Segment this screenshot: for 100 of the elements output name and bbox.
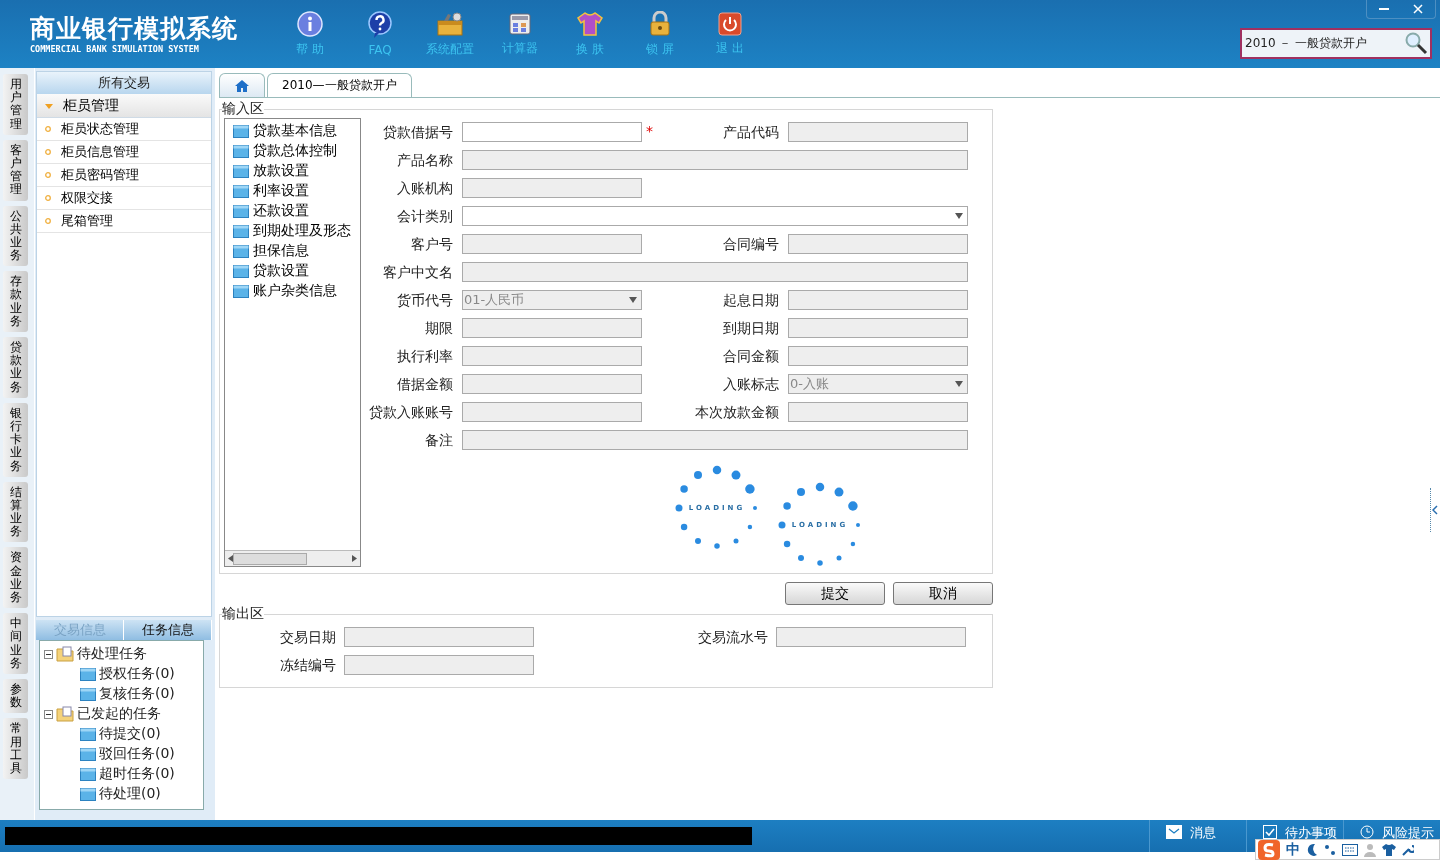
field-label: 交易流水号 [697,628,768,647]
field-label: 期限 [424,319,453,338]
field-label: 会计类别 [396,207,453,226]
field-label: 交易日期 [279,628,336,647]
folder-icon [80,727,96,741]
folder-icon [80,787,96,801]
collapse-handle[interactable] [1430,488,1438,532]
tree-item[interactable]: 账户杂类信息 [233,281,337,301]
side-tab[interactable]: 用户管理 [3,74,28,135]
caret-icon [629,297,637,303]
calculator-icon [508,11,532,36]
folder-icon [233,164,249,178]
tree-item[interactable]: 到期处理及形态 [233,221,351,241]
folder-icon [80,667,96,681]
field-label: 贷款入账账号 [368,403,453,422]
caret-icon [955,381,963,387]
tree-item[interactable]: 待处理任务 [77,645,147,663]
form-button[interactable]: 取消 [893,582,993,605]
field-label: 执行利率 [396,347,453,366]
tree-item[interactable]: 贷款设置 [233,261,309,281]
tree-item[interactable]: 还款设置 [233,201,309,221]
keyboard-icon [1342,843,1358,856]
tree-item[interactable]: 已发起的任务 [77,705,161,723]
folder-icon [80,687,96,701]
tree-item[interactable]: 驳回任务(0) [99,745,175,763]
field-label: 客户中文名 [382,263,453,282]
side-tab[interactable]: 公共业务 [3,205,28,267]
field-label: 冻结编号 [279,656,336,675]
scroll-right-icon [352,555,357,562]
horizontal-scrollbar[interactable] [225,550,360,566]
menu-header: 所有交易 [37,72,211,94]
power-icon [718,11,742,36]
folder-icon [233,124,249,138]
tree-item[interactable]: 贷款基本信息 [233,121,337,141]
folder-icon [56,706,74,722]
chevron-left-icon [1431,504,1438,515]
section-title: 输入区 [222,100,264,118]
folder-icon [80,747,96,761]
shirt-icon [576,10,604,37]
tree-item[interactable]: 授权任务(0) [99,665,175,683]
search-field[interactable]: 2010 － 一般贷款开户 [1240,28,1432,59]
tree-item[interactable]: 待提交(0) [99,725,161,743]
folder-icon [233,144,249,158]
folder-icon [56,646,74,662]
mail-icon [1166,825,1182,839]
input-field[interactable] [344,655,534,675]
side-tab[interactable]: 中间业务 [3,613,28,674]
field-label: 贷款借据号 [382,123,453,142]
home-icon [234,78,250,93]
home-tab[interactable] [219,73,265,97]
bullet-icon [45,126,51,132]
folder-icon [233,244,249,258]
punctuation-icon [1324,843,1336,856]
field-label: 货币代号 [396,291,453,310]
field-label: 到期日期 [722,319,779,338]
folder-icon [233,184,249,198]
toolbox-icon [436,10,464,37]
tree-item[interactable]: 放款设置 [233,161,309,181]
side-tab[interactable]: 贷款业务 [3,337,28,398]
caret-icon [955,213,963,219]
field-label: 产品名称 [396,151,453,170]
side-tab[interactable]: 客户管理 [3,139,28,201]
tree-item[interactable]: 待处理(0) [99,785,161,803]
field-label: 起息日期 [722,291,779,310]
form-button[interactable]: 提交 [785,582,885,605]
status-item[interactable]: 消息 [1149,820,1246,852]
user-icon [1364,842,1376,857]
side-tab[interactable]: 资金业务 [3,547,28,609]
tree-item[interactable]: 超时任务(0) [99,765,175,783]
input-field[interactable] [344,627,534,647]
side-tab[interactable]: 结算业务 [3,481,28,543]
shirt-icon [1382,843,1396,856]
search-icon [1404,31,1428,55]
required-mark: * [646,123,653,139]
side-tab[interactable]: 参数 [3,678,28,714]
app-title: 商业银行模拟系统 [30,14,239,44]
field-label: 合同金额 [722,347,779,366]
side-tab[interactable]: 存款业务 [3,271,28,332]
lock-icon [649,10,671,37]
moon-icon [1306,842,1318,857]
field-label: 客户号 [410,235,453,254]
input-field[interactable] [776,627,966,647]
tree-item[interactable]: 担保信息 [233,241,309,261]
field-label: 入账标志 [722,375,779,394]
tree-item[interactable]: 贷款总体控制 [233,141,337,161]
minimize-icon [1379,7,1389,11]
bullet-icon [45,195,51,201]
section-title: 输出区 [222,605,264,623]
side-tab[interactable]: 银行卡业务 [3,402,28,477]
tree-item[interactable]: 利率设置 [233,181,309,201]
tree-item[interactable]: 复核任务(0) [99,685,175,703]
folder-icon [233,284,249,298]
app-subtitle: COMMERCIAL BANK SIMULATION SYSTEM [30,44,200,54]
field-label: 备注 [424,431,453,450]
menu-group[interactable]: 柜员管理 [37,94,211,118]
select-field[interactable] [462,206,968,226]
side-tab[interactable]: 常用工具 [3,718,28,780]
folder-icon [80,767,96,781]
page-tab[interactable]: 2010—一般贷款开户 [267,73,412,97]
folder-icon [233,264,249,278]
